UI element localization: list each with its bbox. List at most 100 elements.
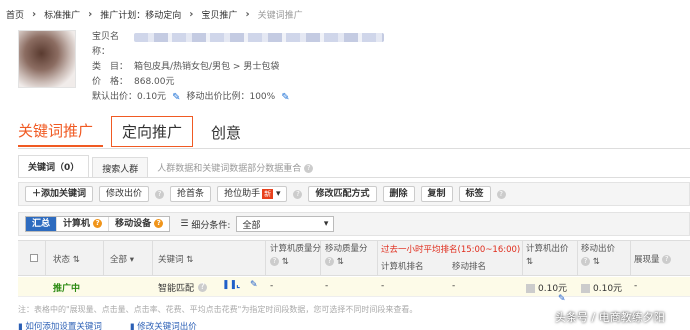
- keyword-header-label: 关键词: [158, 255, 184, 265]
- chevron-right-icon: ›: [189, 8, 194, 20]
- column-divider: [103, 240, 104, 276]
- delete-button[interactable]: 删除: [382, 186, 415, 202]
- chevron-right-icon: ›: [245, 8, 250, 20]
- device-segment: 汇总 计算机 ? 移动设备 ?: [25, 216, 171, 232]
- subdivide-value: 全部: [242, 220, 261, 231]
- pc-quality-header[interactable]: 计算机质量分 ? ⇅: [270, 243, 322, 269]
- tab-targeted-promotion[interactable]: 定向推广: [111, 116, 194, 147]
- mobile-ratio-value: 100%: [249, 92, 276, 102]
- help-icon[interactable]: ?: [198, 283, 207, 292]
- mobile-label: 移动设备: [115, 219, 152, 229]
- edit-match-label: 修改匹配方式: [315, 189, 370, 199]
- info-icon: ?: [93, 219, 103, 228]
- breadcrumb-current: 关键词推广: [257, 10, 303, 21]
- edit-bid-label: 修改出价: [106, 189, 143, 199]
- mobile-quality-header[interactable]: 移动质量分? ⇅: [325, 243, 377, 269]
- mobile-toggle[interactable]: 移动设备 ?: [109, 217, 169, 231]
- tag-label: 标签: [465, 189, 484, 199]
- mobile-bid-header[interactable]: 移动出价? ⇅: [581, 243, 615, 269]
- mobile-bid-label: 移动出价: [581, 244, 616, 254]
- help-icon[interactable]: ?: [293, 189, 303, 199]
- impressions-header[interactable]: 展现量 ?: [634, 253, 672, 265]
- subdivide-select[interactable]: 全部 ▾: [236, 216, 335, 232]
- help-icon: ?: [662, 255, 672, 264]
- bid-helper-button[interactable]: 抢位助手新 ▾: [217, 186, 288, 202]
- breadcrumb-item[interactable]: 宝贝推广: [201, 8, 237, 21]
- new-badge: 新: [262, 189, 274, 199]
- help-icon[interactable]: ?: [496, 189, 506, 199]
- breadcrumb-home[interactable]: 首页: [6, 8, 24, 21]
- breadcrumb-standard[interactable]: 标准推广: [44, 8, 80, 21]
- product-image: [18, 30, 76, 88]
- edit-icon[interactable]: ✎: [250, 280, 258, 290]
- chevron-down-icon: ▾: [323, 219, 329, 229]
- tab-creative[interactable]: 创意: [201, 118, 251, 147]
- tab-search-crowd[interactable]: 搜索人群: [92, 157, 149, 177]
- column-divider: [265, 240, 266, 276]
- row-pc-bid-value: 0.10元: [538, 284, 568, 294]
- edit-pencil-icon[interactable]: ✎: [172, 90, 180, 105]
- default-bid-label: 默认出价：: [92, 92, 138, 102]
- pc-quality-label: 计算机质量分: [270, 244, 322, 254]
- summary-toggle[interactable]: 汇总: [26, 217, 58, 231]
- list-icon: ☰: [180, 219, 189, 229]
- bid-helper-label: 抢位助手: [224, 189, 261, 199]
- help-links: ▮ 如何添加设置关键词 ▮ 修改关键词出价: [18, 320, 225, 330]
- column-divider: [522, 240, 523, 276]
- pc-bid-header[interactable]: 计算机出价 ⇅: [526, 243, 569, 269]
- bid-icon: [526, 284, 535, 293]
- filter-bar: 汇总 计算机 ? 移动设备 ? ☰ 细分条件: 全部 ▾: [18, 212, 690, 236]
- chevron-right-icon: ›: [32, 8, 37, 20]
- rob-top-button[interactable]: 抢首条: [170, 186, 212, 202]
- tab-keyword-promotion[interactable]: 关键词推广: [18, 116, 104, 147]
- row-status: 推广中: [53, 284, 81, 294]
- edit-match-button[interactable]: 修改匹配方式: [308, 186, 377, 202]
- keyword-header[interactable]: 关键词 ⇅: [158, 253, 193, 265]
- column-divider: [377, 240, 378, 276]
- help-icon: ?: [581, 257, 590, 266]
- help-icon[interactable]: ?: [304, 164, 314, 173]
- pc-rank-header: 计算机排名: [381, 262, 424, 272]
- tab-divider: [18, 148, 690, 149]
- computer-label: 计算机: [63, 219, 91, 229]
- select-all-checkbox[interactable]: [30, 254, 38, 262]
- price-value: 868.00元: [134, 77, 175, 87]
- help-link-add-keyword[interactable]: ▮ 如何添加设置关键词: [18, 320, 116, 330]
- pause-icon[interactable]: ❚❚: [222, 280, 237, 290]
- help-link-edit-bid[interactable]: ▮ 修改关键词出价: [130, 320, 211, 330]
- status-header[interactable]: 状态 ⇅: [53, 253, 80, 265]
- product-name-label: 宝贝名称：: [92, 32, 120, 57]
- rob-top-label: 抢首条: [177, 189, 205, 199]
- row-mobile-rank: -: [452, 281, 456, 291]
- row-mobile-quality: -: [325, 281, 329, 291]
- info-icon: ?: [154, 219, 164, 228]
- tab-keywords[interactable]: 关键词（0）: [18, 155, 90, 177]
- all-filter-header[interactable]: 全部 ▾: [110, 253, 134, 265]
- table-note: 注：表格中的"展现量、点击量、点击率、花费、平均点击花费"为指定时间段数据，您可…: [18, 305, 418, 314]
- category-value: 箱包皮具/热销女包/男包 > 男士包袋: [134, 62, 280, 72]
- column-divider: [45, 240, 46, 276]
- toolbar: ＋添加关键词 修改出价 ? 抢首条 抢位助手新 ▾ ? 修改匹配方式 删除 复制…: [18, 182, 690, 206]
- pencil-icon[interactable]: ✎: [558, 294, 566, 304]
- sub-tabs-note: 人群数据和关键词数据部分数据重合: [157, 164, 302, 174]
- help-icon[interactable]: ?: [155, 189, 165, 199]
- help-icon: ?: [325, 257, 334, 266]
- bid-icon: [581, 284, 590, 293]
- copy-button[interactable]: 复制: [420, 186, 453, 202]
- breadcrumb: 首页 › 标准推广 › 推广计划：移动定向 › 宝贝推广 › 关键词推广: [0, 6, 690, 22]
- status-header-label: 状态: [53, 255, 71, 265]
- row-mobile-bid-value: 0.10元: [593, 284, 623, 294]
- add-keyword-button[interactable]: ＋添加关键词: [25, 186, 94, 202]
- trend-chart-icon[interactable]: ⌞: [236, 280, 240, 290]
- copy-label: 复制: [427, 189, 446, 199]
- breadcrumb-plan[interactable]: 推广计划：移动定向: [100, 8, 181, 21]
- row-mobile-bid[interactable]: 0.10元: [581, 281, 622, 294]
- edit-pencil-icon[interactable]: ✎: [281, 90, 289, 105]
- edit-bid-button[interactable]: 修改出价: [99, 186, 150, 202]
- row-pc-rank: -: [381, 281, 385, 291]
- row-pc-bid[interactable]: 0.10元: [526, 281, 567, 294]
- column-divider: [152, 240, 153, 276]
- computer-toggle[interactable]: 计算机 ?: [57, 217, 110, 231]
- row-pc-quality: -: [270, 281, 274, 291]
- tag-button[interactable]: 标签: [458, 186, 491, 202]
